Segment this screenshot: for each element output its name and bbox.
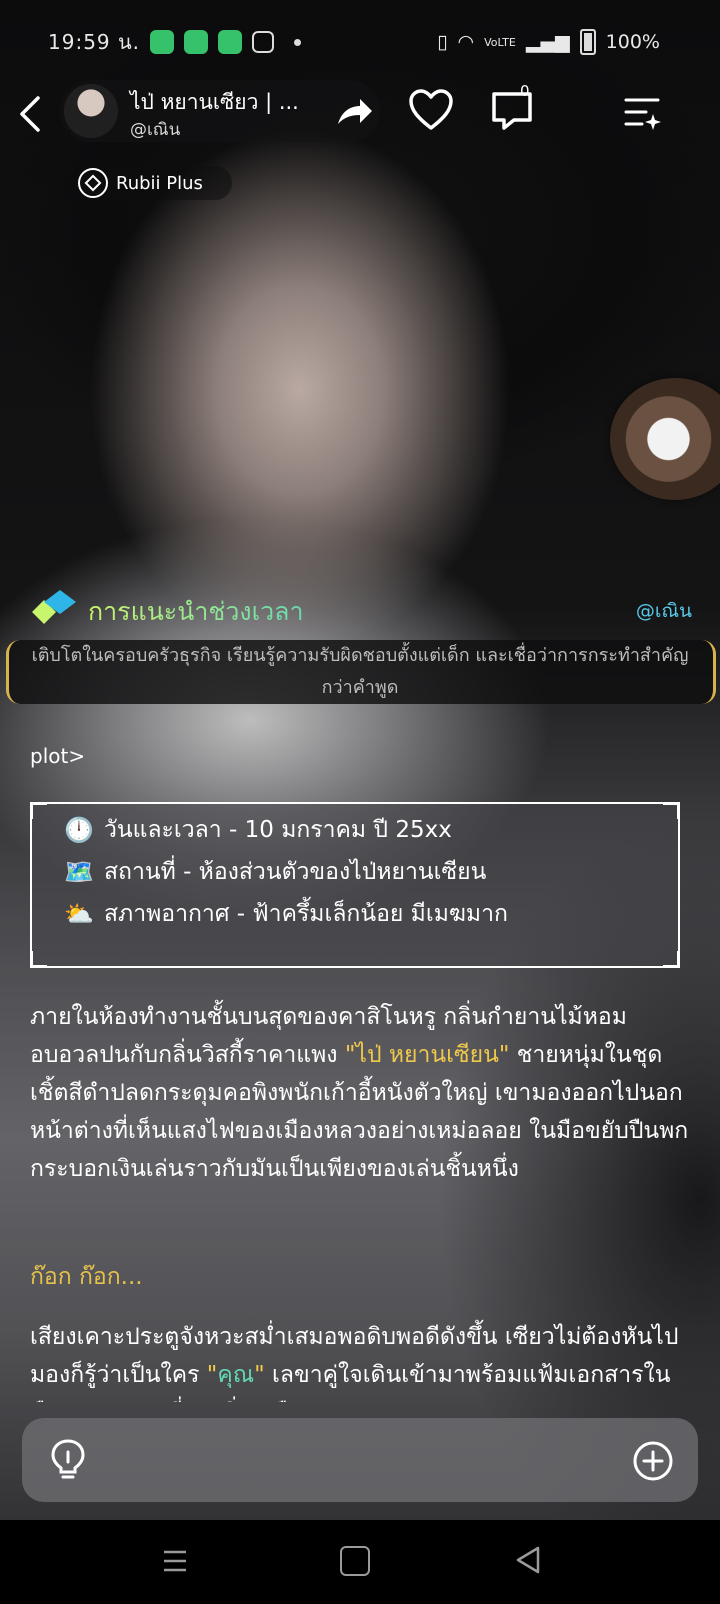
info-location-text: สถานที่ - ห้องส่วนตัวของไป่หยานเซียน xyxy=(104,859,487,885)
chevron-left-icon xyxy=(20,96,40,132)
status-bar: 19:59 น. ▯ ◠ VoLTE ▂▄▆ 100% xyxy=(48,24,660,60)
notification-dot-icon xyxy=(294,38,302,46)
rubii-logo-icon xyxy=(78,168,108,198)
avatar[interactable] xyxy=(64,84,118,138)
instagram-icon xyxy=(252,31,275,53)
scene-info-box: 🕛 วันและเวลา - 10 มกราคม ปี 25xx 🗺️ สถาน… xyxy=(30,802,680,968)
rubii-plus-badge[interactable]: Rubii Plus xyxy=(74,166,232,200)
comment-count: 0 xyxy=(520,82,530,100)
signal-icon: ▂▄▆ xyxy=(525,31,570,53)
character-title: ไป่ หยานเซียว | ... xyxy=(130,90,299,114)
creator-handle: @เณิน xyxy=(130,120,181,140)
message-input-bar[interactable] xyxy=(22,1418,698,1502)
info-row-location: 🗺️ สถานที่ - ห้องส่วนตัวของไป่หยานเซียน xyxy=(64,854,486,890)
menu-sparkle-icon[interactable] xyxy=(622,92,662,132)
intro-diamond-icon xyxy=(32,590,76,624)
wifi-icon: ◠ xyxy=(457,31,475,53)
share-icon[interactable] xyxy=(334,96,374,128)
user-name-text: คุณ xyxy=(217,1362,255,1388)
character-name-highlight: "ไป่ หยานเซียน" xyxy=(344,1042,510,1068)
add-circle-icon[interactable] xyxy=(632,1440,674,1482)
intro-handle[interactable]: @เณิน xyxy=(636,596,692,626)
shield-icon-2 xyxy=(218,30,243,54)
story-paragraph-3: เสียงเคาะประตูจังหวะสม่ำเสมอพอดิบพอดีดัง… xyxy=(30,1324,679,1402)
volte-label: VoLTE xyxy=(484,35,516,49)
heart-icon[interactable] xyxy=(408,88,454,132)
back-button[interactable] xyxy=(18,94,44,144)
rubii-plus-label: Rubii Plus xyxy=(116,172,203,194)
battery-percent: 100% xyxy=(605,31,660,53)
user-name-highlight: "คุณ" xyxy=(206,1362,265,1388)
battery-saver-icon xyxy=(150,30,175,54)
info-row-datetime: 🕛 วันและเวลา - 10 มกราคม ปี 25xx xyxy=(64,812,452,848)
info-row-weather: ⛅ สภาพอากาศ - ฟ้าครึ้มเล็กน้อย มีเมฆมาก xyxy=(64,896,508,932)
map-icon: 🗺️ xyxy=(64,858,94,886)
lightbulb-icon[interactable] xyxy=(48,1438,88,1482)
home-icon[interactable] xyxy=(340,1546,370,1576)
intro-text: เติบโตในครอบครัวธุรกิจ เรียนรู้ความรับผิ… xyxy=(31,645,689,698)
battery-icon xyxy=(579,29,596,55)
story-paragraph-1: ภายในห้องทำงานชั้นบนสุดของคาสิโนหรู กลิ่… xyxy=(30,1004,689,1182)
info-datetime-text: วันและเวลา - 10 มกราคม ปี 25xx xyxy=(104,817,452,843)
recent-apps-icon[interactable] xyxy=(162,1548,188,1574)
intro-title: การแนะนำช่วงเวลา xyxy=(88,592,304,632)
status-time: 19:59 น. xyxy=(48,30,141,54)
weather-icon: ⛅ xyxy=(64,900,94,928)
info-weather-text: สภาพอากาศ - ฟ้าครึ้มเล็กน้อย มีเมฆมาก xyxy=(104,901,508,927)
story-paragraph-2: ก๊อก ก๊อก... xyxy=(30,1264,143,1290)
vibrate-icon: ▯ xyxy=(437,31,448,53)
plot-label: plot> xyxy=(30,744,86,768)
clock-icon: 🕛 xyxy=(64,816,94,844)
back-triangle-icon[interactable] xyxy=(516,1546,540,1574)
shield-icon xyxy=(184,30,209,54)
